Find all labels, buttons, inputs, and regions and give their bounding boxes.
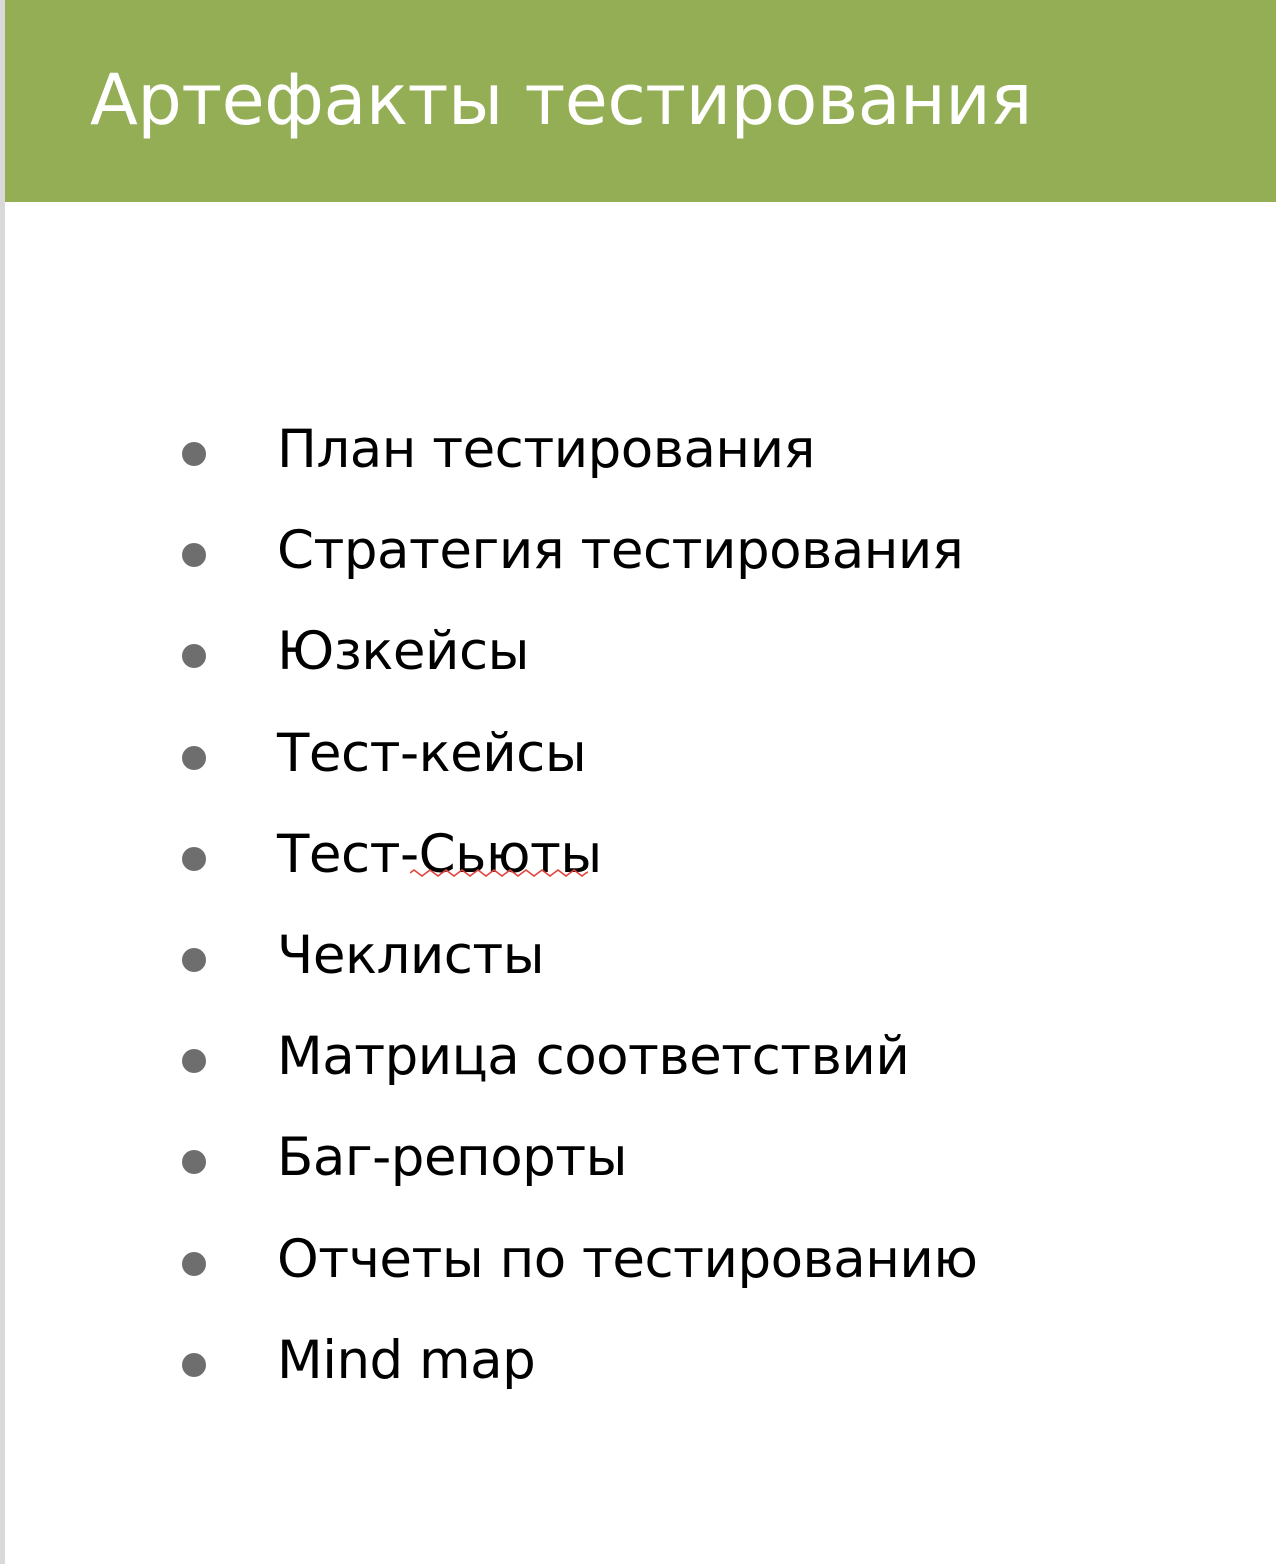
list-item-text: Стратегия тестирования <box>277 520 964 582</box>
bullet-dot-icon <box>182 1251 206 1276</box>
list-item: Чеклисты <box>0 906 1276 1007</box>
spellcheck-underline <box>410 869 588 877</box>
bullet-dot-icon <box>182 543 206 568</box>
list-item-text: План тестирования <box>277 419 815 480</box>
list-item-text: Юзкейсы <box>277 621 529 683</box>
list-item-text: Отчеты по тестированию <box>277 1228 978 1290</box>
list-item: Юзкейсы <box>0 602 1276 703</box>
bullet-dot-icon <box>182 1150 206 1175</box>
list-item-text: Баг-репорты <box>277 1127 628 1189</box>
bullet-dot-icon <box>182 1049 206 1074</box>
list-item-text: Чеклисты <box>277 924 545 986</box>
bullet-dot-icon <box>182 644 206 669</box>
slide-title: Артефакты тестирования <box>90 59 1032 141</box>
list-item: Стратегия тестирования <box>0 501 1276 602</box>
list-item: Отчеты по тестированию <box>0 1210 1276 1311</box>
bullet-list: План тестирования Стратегия тестирования… <box>0 400 1276 1412</box>
bullet-dot-icon <box>182 947 206 972</box>
list-item: Mind map <box>0 1311 1276 1412</box>
list-item-text: Тест-Сьюты <box>277 823 602 885</box>
list-item: Баг-репорты <box>0 1108 1276 1209</box>
list-item: Матрица соответствий <box>0 1007 1276 1108</box>
bullet-dot-icon <box>182 745 206 770</box>
list-item-text: Тест-кейсы <box>277 722 587 784</box>
list-item: Тест-кейсы <box>0 704 1276 805</box>
slide: Артефакты тестирования План тестирования… <box>0 0 1276 1564</box>
bullet-dot-icon <box>182 442 206 466</box>
list-item: Тест-Сьюты <box>0 805 1276 906</box>
list-item-text: Mind map <box>277 1329 536 1391</box>
bullet-dot-icon <box>182 1352 206 1377</box>
list-item-text: Матрица соответствий <box>277 1026 910 1088</box>
bullet-dot-icon <box>182 846 206 871</box>
list-item: План тестирования <box>0 400 1276 501</box>
